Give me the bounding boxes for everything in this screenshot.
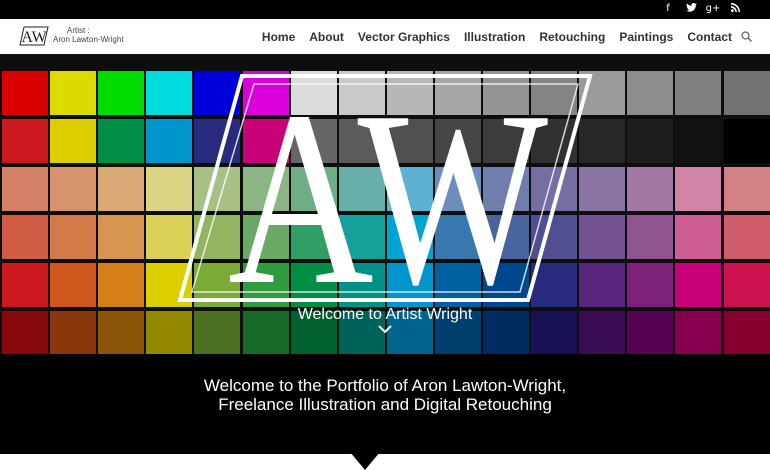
welcome-section: Welcome to the Portfolio of Aron Lawton-… <box>0 354 770 454</box>
color-swatch <box>675 215 722 259</box>
welcome-heading: Welcome to the Portfolio of Aron Lawton-… <box>0 376 770 414</box>
chevron-down-icon[interactable] <box>377 324 393 334</box>
content-section-start <box>0 454 770 470</box>
color-swatch <box>98 167 145 211</box>
color-swatch <box>723 263 770 307</box>
color-swatch <box>627 263 674 307</box>
color-swatch <box>50 167 97 211</box>
facebook-glyph: f <box>666 3 670 14</box>
nav-vector-graphics[interactable]: Vector Graphics <box>358 30 450 44</box>
color-swatch <box>98 119 145 163</box>
color-swatch <box>675 71 722 115</box>
color-swatch <box>50 71 97 115</box>
facebook-icon[interactable]: f <box>659 0 677 19</box>
color-swatch <box>675 263 722 307</box>
welcome-line-2: Freelance Illustration and Digital Retou… <box>218 395 552 414</box>
hero-banner: AW Welcome to Artist Wright <box>0 54 770 354</box>
color-swatch <box>675 119 722 163</box>
nav-illustration[interactable]: Illustration <box>464 30 525 44</box>
color-swatch <box>627 215 674 259</box>
color-swatch <box>98 71 145 115</box>
color-swatch <box>2 167 48 211</box>
color-swatch <box>2 263 48 307</box>
color-swatch <box>627 71 674 115</box>
section-arrow-divider <box>345 446 385 470</box>
nav-about[interactable]: About <box>309 30 344 44</box>
color-swatch <box>50 263 97 307</box>
search-icon[interactable] <box>741 31 752 42</box>
hero-caption: Welcome to Artist Wright <box>297 306 473 323</box>
logo-text: Artist : Aron Lawton-Wright <box>53 26 124 44</box>
color-swatch <box>98 215 145 259</box>
color-swatch <box>723 71 770 115</box>
site-header: AW Artist : Aron Lawton-Wright Home Abou… <box>0 19 770 54</box>
color-swatch <box>723 215 770 259</box>
color-swatch <box>2 215 48 259</box>
top-social-bar: f g+ <box>0 0 770 19</box>
welcome-line-1: Welcome to the Portfolio of Aron Lawton-… <box>203 376 567 395</box>
color-swatch <box>50 119 97 163</box>
color-swatch <box>2 119 48 163</box>
nav-paintings[interactable]: Paintings <box>619 30 673 44</box>
logo-line-2: Aron Lawton-Wright <box>53 35 124 44</box>
color-swatch <box>98 263 145 307</box>
twitter-icon[interactable] <box>682 0 700 19</box>
aw-logo-icon: AW <box>19 26 49 46</box>
color-swatch <box>723 119 770 163</box>
nav-retouching[interactable]: Retouching <box>539 30 605 44</box>
color-swatch <box>50 215 97 259</box>
color-swatch <box>675 167 722 211</box>
logo-line-1: Artist : <box>67 26 90 35</box>
google-plus-icon[interactable]: g+ <box>704 0 722 19</box>
color-swatch <box>627 167 674 211</box>
logo-monogram-text: AW <box>21 29 47 46</box>
color-swatch <box>627 119 674 163</box>
hero-logo-monogram: AW <box>228 72 548 304</box>
hero-aw-logo: AW <box>177 72 593 304</box>
color-swatch <box>723 167 770 211</box>
main-nav: Home About Vector Graphics Illustration … <box>248 19 732 54</box>
color-swatch <box>2 71 48 115</box>
rss-icon[interactable] <box>726 0 744 19</box>
nav-contact[interactable]: Contact <box>687 30 732 44</box>
nav-home[interactable]: Home <box>262 30 295 44</box>
google-plus-glyph: g+ <box>705 3 721 14</box>
